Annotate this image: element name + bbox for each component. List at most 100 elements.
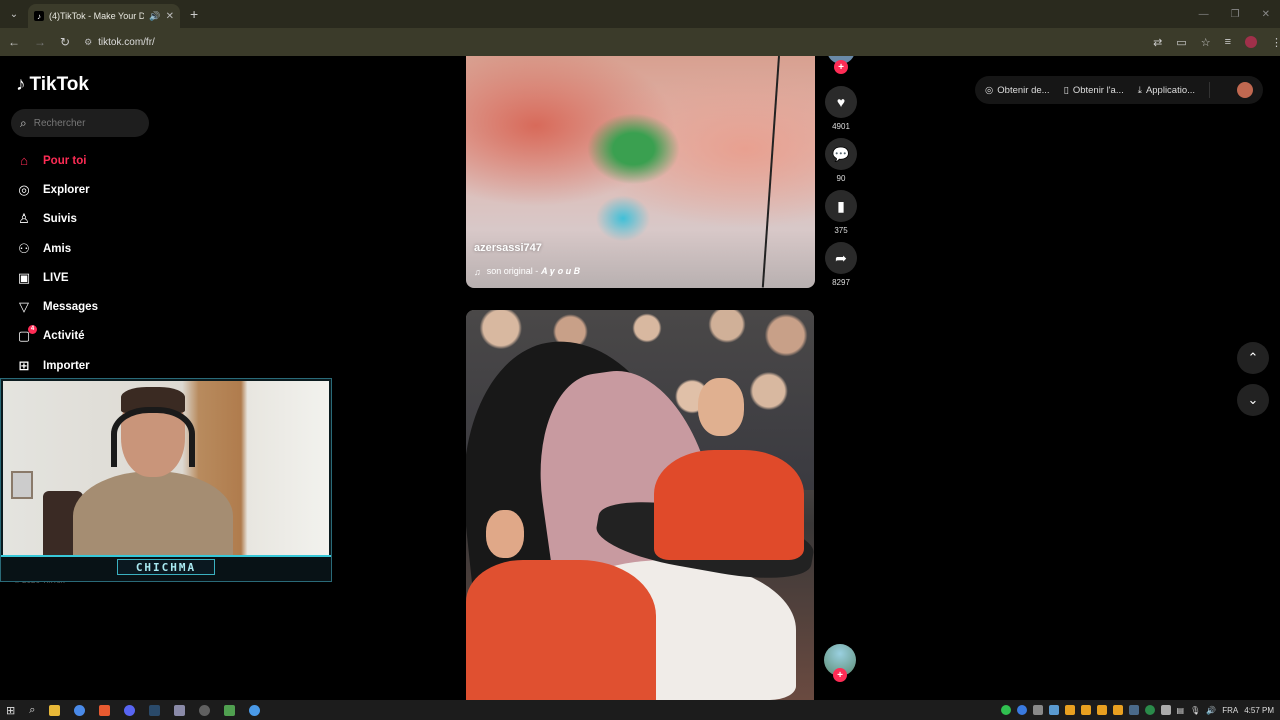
user-avatar[interactable] [1237,82,1253,98]
video-music[interactable]: ♫ son original - 𝑨 𝒚 𝒐 𝒖 𝑩 [474,266,580,277]
reload-icon[interactable]: ↻ [60,35,70,49]
search-input[interactable]: ⌕ Rechercher [11,109,149,137]
close-window-icon[interactable]: ✕ [1262,9,1270,20]
video-author[interactable]: azersassi747 [474,242,542,254]
sidebar-item-explorer[interactable]: ◎ Explorer [16,175,176,204]
file-explorer-icon[interactable] [49,704,61,716]
tray-app-icon[interactable] [1032,705,1043,715]
tray-app-4-icon[interactable] [1080,705,1091,715]
url-text[interactable]: tiktok.com/fr/ [98,37,155,48]
previous-video-button[interactable]: ⌃ [1237,342,1269,374]
obs-icon[interactable] [199,704,211,716]
follow-plus-icon-2[interactable]: + [833,668,847,682]
sidebar-nav: ⌂ Pour toi ◎ Explorer ♙ Suivis ⚇ Amis ▣ … [16,146,176,380]
bluetooth-icon[interactable] [1016,705,1027,715]
mic-icon[interactable]: 🎙 [1190,706,1200,715]
webcam-overlay: CHICHMA [0,378,332,582]
video-card-1[interactable]: azersassi747 ♫ son original - 𝑨 𝒚 𝒐 𝒖 𝑩 [466,56,815,288]
clock[interactable]: 4:57 PM [1244,706,1274,715]
brave-icon[interactable] [99,704,111,716]
share-button[interactable]: ➦ 8297 [825,242,857,287]
translate-icon[interactable]: ⇄ [1153,36,1162,49]
tiktok-logo[interactable]: ♪ TikTok [16,74,89,96]
tray-steam-icon[interactable] [1128,705,1139,715]
sidebar-item-label: Suivis [43,213,77,226]
maximize-icon[interactable]: ❐ [1231,9,1240,20]
back-icon[interactable]: ← [8,35,20,49]
language-indicator[interactable]: FRA [1222,706,1238,715]
follow-plus-icon[interactable]: + [834,60,848,74]
tray-app-3-icon[interactable] [1064,705,1075,715]
media-icon[interactable]: ≡ [1225,36,1231,48]
get-coins-label: Obtenir de... [997,84,1050,96]
minimize-icon[interactable]: — [1199,9,1209,20]
trainer-face [698,378,744,436]
windows-start-icon[interactable]: ⊞ [6,704,15,717]
site-info-icon[interactable]: ⚙ [84,37,92,48]
tab-search-icon[interactable]: ⌄ [0,0,28,28]
bookmark-count: 375 [834,226,848,235]
sidebar-item-messages[interactable]: ▽ Messages [16,292,176,321]
next-video-button[interactable]: ⌄ [1237,384,1269,416]
menu-icon[interactable]: ⋮ [1271,36,1280,49]
url-bar[interactable]: ⚙ tiktok.com/fr/ [84,31,1140,53]
comment-count: 90 [836,174,846,183]
get-coins-button[interactable]: ◎ Obtenir de... [985,85,1050,96]
divider [1209,82,1211,98]
tray-app-8-icon[interactable] [1160,705,1171,715]
get-app-button[interactable]: ▯ Obtenir l'a... [1064,85,1124,96]
download-icon: ⤓ [1137,84,1142,96]
browser-tabbar: ⌄ ♪ (4)TikTok - Make Your Day 🔊 ✕ + — ❐ … [0,0,1280,28]
sidebar-item-suivis[interactable]: ♙ Suivis [16,205,176,234]
tab-close-icon[interactable]: ✕ [166,11,174,22]
app-icon[interactable] [174,704,186,716]
sidebar-item-label: Explorer [43,183,90,196]
sidebar-item-amis[interactable]: ⚇ Amis [16,234,176,263]
sidebar-item-label: Messages [43,301,98,314]
chrome-2-icon[interactable] [249,704,261,716]
friends-icon: ⚇ [18,240,30,256]
profile-icon[interactable] [1244,36,1257,48]
video-card-2[interactable] [466,310,814,700]
tray-app-6-icon[interactable] [1112,705,1123,715]
bookmark-button[interactable]: ▮ 375 [825,190,857,235]
window-controls: — ❐ ✕ [1199,0,1270,28]
sidebar-item-label: LIVE [43,271,69,284]
steam-icon[interactable] [149,704,161,716]
sidebar-item-pour-toi[interactable]: ⌂ Pour toi [16,146,176,175]
speaker-icon[interactable]: 🔊 [149,11,160,22]
tiktok-note-icon: ♪ [16,74,26,95]
sidebar-item-label: Importer [43,359,90,372]
comment-icon: 💬 [825,138,857,170]
search-taskbar-icon[interactable]: ⌕ [29,704,35,717]
sidebar-item-label: Pour toi [43,154,87,167]
upload-icon: ⊞ [18,357,30,373]
network-icon[interactable]: ▤ [1177,706,1185,715]
tray-app-7-icon[interactable] [1144,705,1155,715]
sidebar-item-importer[interactable]: ⊞ Importer [16,351,176,380]
sidebar-item-activite[interactable]: ▢ 4 Activité [16,322,176,351]
download-app-button[interactable]: ⤓ Applicatio... [1138,85,1195,96]
bookmark-star-icon[interactable]: ☆ [1201,36,1211,49]
get-app-label: Obtenir l'a... [1072,84,1124,96]
tray-app-2-icon[interactable] [1048,705,1059,715]
bookmark-icon: ▮ [825,190,857,222]
discord-icon[interactable] [124,704,136,716]
browser-tab[interactable]: ♪ (4)TikTok - Make Your Day 🔊 ✕ [28,4,180,28]
tray-app-5-icon[interactable] [1096,705,1107,715]
trainer-face-front [486,510,524,558]
sidebar-item-live[interactable]: ▣ LIVE [16,263,176,292]
phone-icon: ▯ [1063,84,1069,96]
music-title: son original - 𝑨 𝒚 𝒐 𝒖 𝑩 [486,266,580,276]
cast-icon[interactable]: ▭ [1176,36,1186,49]
like-button[interactable]: ♥ 4901 [825,86,857,131]
speaker-tray-icon[interactable]: 🔊 [1206,706,1216,715]
app-green-icon[interactable] [224,704,236,716]
new-tab-button[interactable]: + [190,6,198,22]
chrome-icon[interactable] [74,704,86,716]
chevron-up-icon: ⌃ [1247,350,1259,365]
comment-button[interactable]: 💬 90 [825,138,857,183]
sidebar-item-label: Amis [43,242,72,255]
whatsapp-icon[interactable] [1000,705,1011,715]
forward-icon[interactable]: → [34,35,46,49]
